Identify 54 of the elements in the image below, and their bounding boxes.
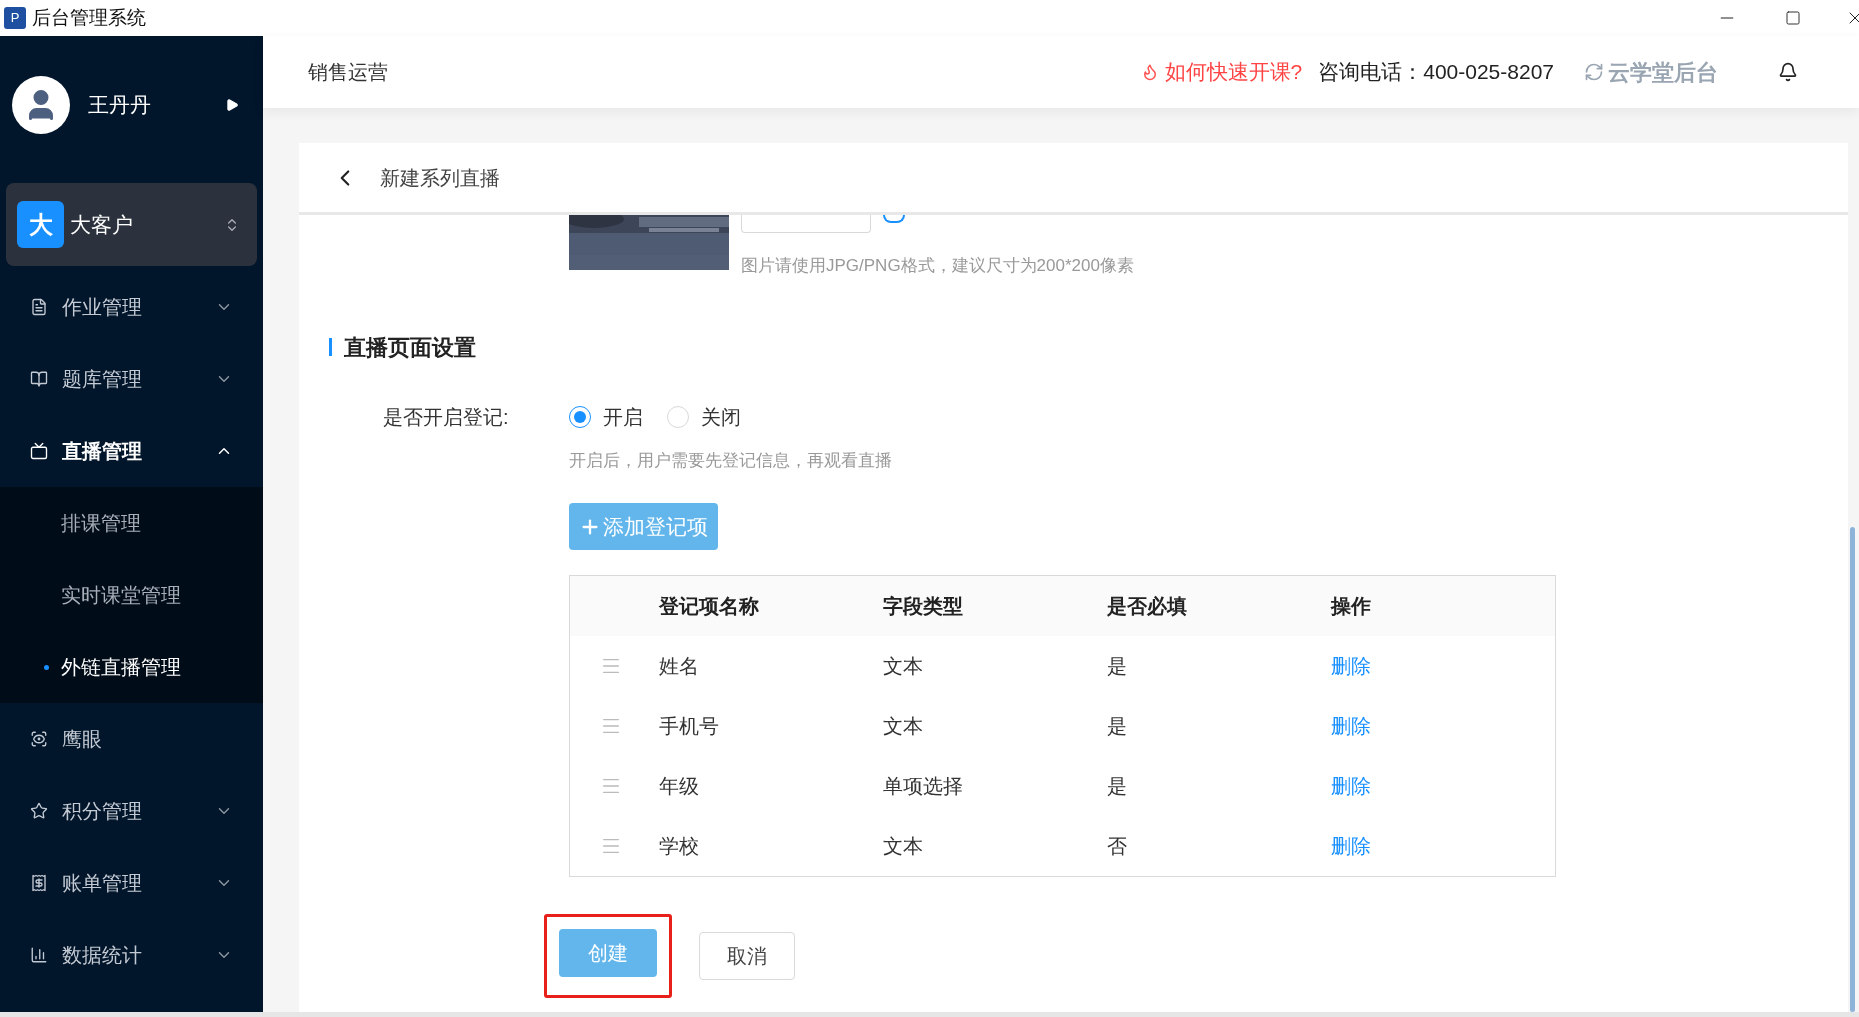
field-label: 是否开启登记: [383, 404, 510, 430]
column-header: 字段类型 [883, 595, 963, 617]
table-cell: 文本 [883, 715, 923, 737]
bar-chart-icon [30, 946, 48, 964]
submenu-item[interactable]: 排课管理 [0, 487, 263, 559]
sidebar-item[interactable]: 积分管理 [0, 775, 263, 847]
column-header: 操作 [1331, 595, 1371, 617]
submenu-item[interactable]: 实时课堂管理 [0, 559, 263, 631]
radio-option[interactable]: 开启 [569, 401, 643, 432]
image-hint: 图片请使用JPG/PNG格式，建议尺寸为200*200像素 [741, 255, 1134, 277]
column-header: 是否必填 [1107, 595, 1187, 617]
star-icon [30, 802, 48, 820]
caret-right-icon[interactable] [225, 98, 239, 112]
org-badge: 大 [17, 201, 64, 248]
receipt-icon [30, 874, 48, 892]
sidebar-item[interactable]: 作业管理 [0, 271, 263, 343]
phone-number: 400-025-8207 [1423, 59, 1554, 86]
brand-name: 云学堂后台 [1608, 58, 1718, 87]
page-title: 新建系列直播 [380, 165, 500, 191]
table-cell: 是 [1107, 715, 1127, 737]
user-name: 王丹丹 [88, 92, 152, 119]
org-switcher[interactable]: 大 大客户 [6, 183, 257, 266]
field-hint: 开启后，用户需要先登记信息，再观看直播 [569, 449, 893, 472]
table-cell: 是 [1107, 775, 1127, 797]
maximize-icon[interactable] [1785, 10, 1801, 26]
eye-icon [30, 730, 48, 748]
sidebar-item[interactable]: 数据统计 [0, 919, 263, 991]
sidebar-item[interactable]: 鹰眼 [0, 703, 263, 775]
document-icon [30, 298, 48, 316]
table-cell: 年级 [659, 775, 699, 797]
table-cell: 否 [1107, 835, 1127, 857]
column-header: 登记项名称 [659, 595, 759, 617]
phone-label: 咨询电话： [1318, 59, 1424, 86]
table-cell: 姓名 [659, 655, 699, 677]
table-cell: 是 [1107, 655, 1127, 677]
app-logo: P [4, 7, 26, 29]
section-heading: 直播页面设置 [344, 333, 476, 362]
submenu-item[interactable]: 外链直播管理 [0, 631, 263, 703]
sidebar-item[interactable]: 题库管理 [0, 343, 263, 415]
sidebar-item[interactable]: 账单管理 [0, 847, 263, 919]
radio-option[interactable]: 关闭 [667, 401, 741, 432]
cancel-button[interactable]: 取消 [699, 932, 795, 980]
refresh-icon [1584, 62, 1604, 82]
tv-icon [30, 442, 48, 460]
bell-icon[interactable] [1778, 62, 1798, 82]
table-cell: 学校 [659, 835, 699, 857]
table-cell: 文本 [883, 835, 923, 857]
table-cell: 文本 [883, 655, 923, 677]
window-title: 后台管理系统 [32, 5, 146, 30]
sidebar-item[interactable]: 直播管理 [0, 415, 263, 487]
table-cell: 单项选择 [883, 775, 963, 797]
book-icon [30, 370, 48, 388]
section-title: 销售运营 [308, 60, 388, 85]
table-cell: 手机号 [659, 715, 719, 737]
